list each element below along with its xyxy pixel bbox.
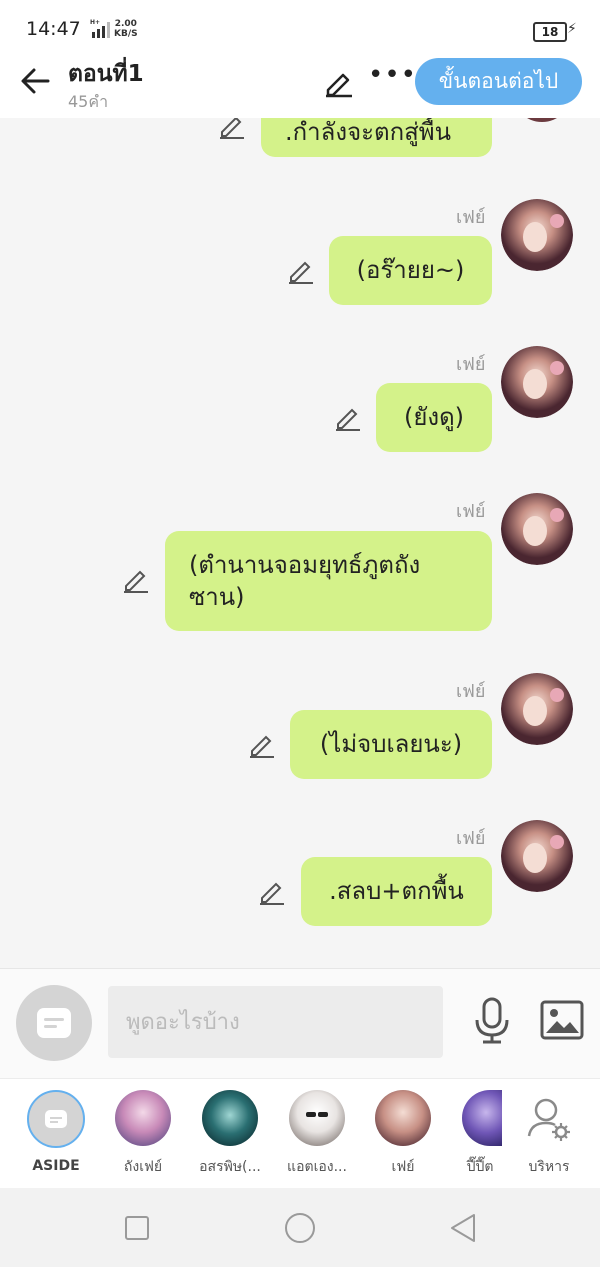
avatar [289,1090,345,1146]
recent-apps-icon[interactable] [124,1215,150,1241]
avatar [375,1090,431,1146]
message-text: .สลบ+ตกพื้น [329,877,464,905]
character-label: ถังเฟย์ [123,1159,163,1175]
network-speed: 2.00 KB/S [114,19,138,39]
edit-icon[interactable] [322,66,354,98]
word-count: 45คำ [68,92,109,111]
avatar[interactable] [512,118,572,122]
character-item[interactable]: เฟย์ [363,1090,443,1178]
character-aside[interactable]: ASIDE [16,1090,96,1174]
avatar[interactable] [501,346,573,418]
sender-name: เฟย์ [456,207,486,228]
back-nav-icon[interactable] [449,1212,477,1244]
message-icon [37,1008,71,1038]
message-bubble[interactable]: .สลบ+ตกพื้น [301,857,492,926]
character-label: อสรพิษ(... [199,1159,261,1175]
avatar[interactable] [501,820,573,892]
home-icon[interactable] [284,1212,316,1244]
message-text: (ยังดู) [403,403,465,431]
edit-message-icon[interactable] [287,257,315,285]
avatar [202,1090,258,1146]
message-input[interactable] [108,986,443,1058]
page-title: ตอนที่1 [68,61,144,87]
character-item[interactable]: ปี๊ปี๊ต [450,1090,510,1178]
avatar[interactable] [501,673,573,745]
message-text-line: (ตำนานจอมยุทธ์ภูตถัง [189,551,421,579]
charging-icon: ⚡ [567,21,577,37]
aside-icon [27,1090,85,1148]
character-label: เฟย์ [391,1159,415,1175]
network-type: H+ [90,19,100,26]
message-bubble[interactable]: (ไม่จบเลยนะ) [290,710,492,779]
edit-message-icon[interactable] [334,404,362,432]
character-label: แอตเอง... [287,1159,347,1175]
avatar[interactable] [501,493,573,565]
aside-toggle-button[interactable] [16,985,92,1061]
speed-value: 2.00 [114,19,137,29]
speed-unit: KB/S [114,29,138,39]
message-bubble[interactable]: .กำลังจะตกสู่พื้น [261,118,492,157]
next-step-button[interactable]: ขั้นตอนต่อไป [415,58,582,105]
edit-message-icon[interactable] [258,878,286,906]
image-icon[interactable] [540,1000,584,1040]
manage-characters-button[interactable]: บริหาร [509,1090,589,1178]
message-text: (ไม่จบเลยนะ) [319,730,463,758]
sender-name: เฟย์ [456,828,486,849]
sender-name: เฟย์ [456,501,486,522]
character-item[interactable]: ถังเฟย์ [103,1090,183,1178]
character-label: บริหาร [528,1159,570,1175]
message-bubble[interactable]: (อร๊ายย~) [329,236,492,305]
status-bar: 14:47 H+ 2.00 KB/S 18 ⚡ [0,0,600,56]
system-nav-bar [0,1188,600,1267]
edit-message-icon[interactable] [248,731,276,759]
avatar[interactable] [501,199,573,271]
edit-message-icon[interactable] [218,118,246,140]
battery-icon: 18 [533,22,567,42]
character-item[interactable]: แอตเอง... [277,1090,357,1178]
microphone-icon[interactable] [472,996,512,1046]
battery-level: 18 [541,25,559,39]
character-item[interactable]: อสรพิษ(... [190,1090,270,1178]
avatar [462,1090,502,1146]
signal-icon: H+ [90,19,110,38]
sender-name: เฟย์ [456,354,486,375]
message-text: (อร๊ายย~) [356,256,465,284]
edit-message-icon[interactable] [122,566,150,594]
back-arrow-icon[interactable] [20,66,52,96]
status-time: 14:47 [26,18,81,40]
message-bubble[interactable]: (ตำนานจอมยุทธ์ภูตถัง ซาน) [165,531,492,631]
more-options-icon[interactable]: ••• [368,60,417,90]
sender-name: เฟย์ [456,681,486,702]
message-text: .กำลังจะตกสู่พื้น [285,118,452,146]
chat-area[interactable]: .กำลังจะตกสู่พื้น เฟย์ (อร๊ายย~) เฟย์ (ย… [0,118,600,968]
message-bubble[interactable]: (ยังดู) [376,383,492,452]
avatar [115,1090,171,1146]
character-label: ASIDE [32,1158,80,1174]
character-label: ปี๊ปี๊ต [466,1159,494,1175]
message-text-line: ซาน) [189,583,245,611]
user-settings-icon [527,1098,570,1141]
